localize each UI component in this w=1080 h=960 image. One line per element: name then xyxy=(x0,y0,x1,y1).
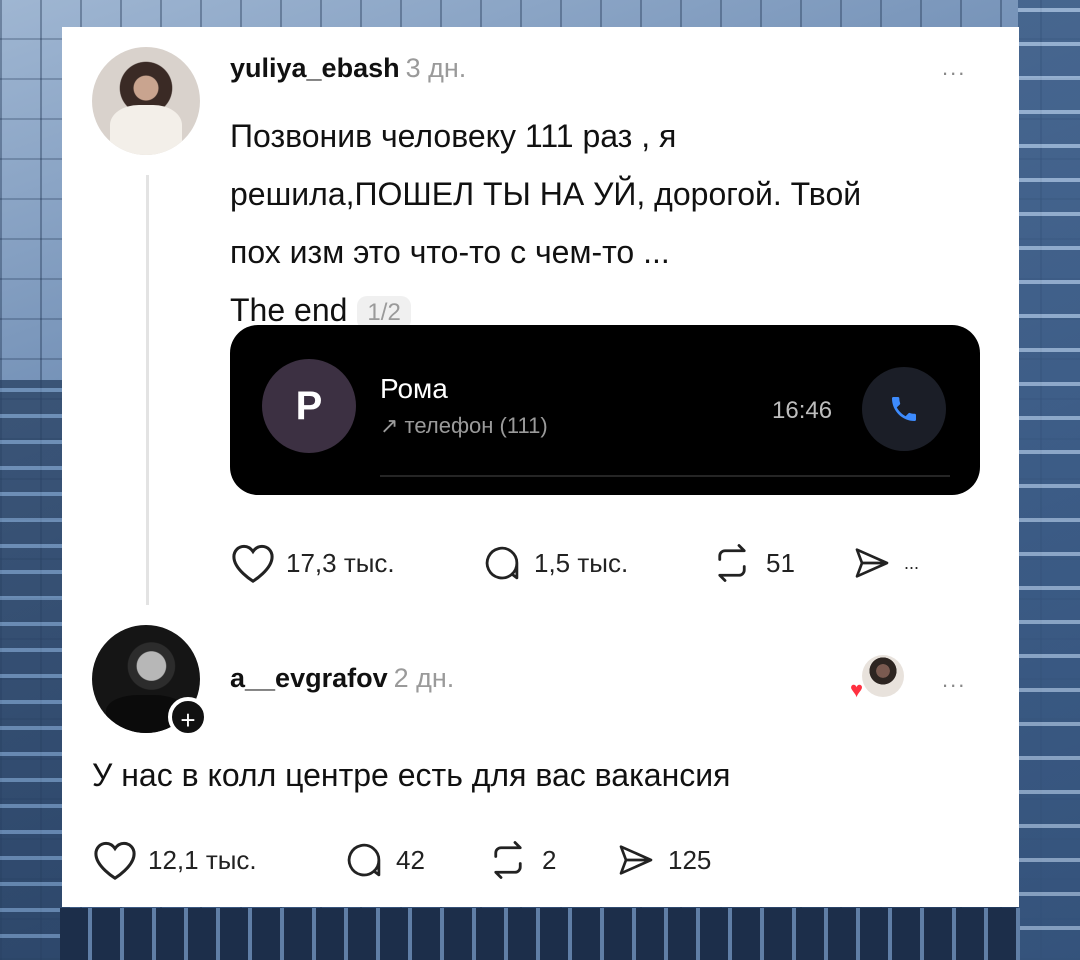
background-building-bottom xyxy=(60,908,1020,960)
send-icon xyxy=(619,845,653,875)
post-more-button[interactable]: ... xyxy=(942,55,966,81)
reply-share-button[interactable]: 125 xyxy=(614,840,711,880)
like-button[interactable]: 17,3 тыс. xyxy=(230,542,480,584)
repost-button[interactable]: 51 xyxy=(708,542,850,584)
reply-repost-count: 2 xyxy=(542,844,557,875)
call-subtitle: ↗ телефон (111) xyxy=(380,413,548,438)
like-count: 17,3 тыс. xyxy=(286,547,395,578)
repost-icon xyxy=(494,841,522,879)
heart-icon xyxy=(232,544,274,583)
reply-like-count: 12,1 тыс. xyxy=(148,844,257,875)
comment-button[interactable]: 1,5 тыс. xyxy=(480,542,708,584)
liked-by-author-avatar xyxy=(862,655,904,697)
reply-header: a__evgrafov 2 дн. xyxy=(230,663,454,694)
reply-text: У нас в колл центре есть для вас ваканси… xyxy=(92,757,731,793)
send-icon xyxy=(855,548,889,578)
share-more: ... xyxy=(904,552,920,573)
reply-like-button[interactable]: 12,1 тыс. xyxy=(92,839,342,881)
post-header: yuliya_ebash 3 дн. xyxy=(230,53,466,84)
comment-icon xyxy=(347,843,381,877)
call-time: 16:46 xyxy=(772,397,833,424)
author-avatar[interactable] xyxy=(92,47,200,155)
call-divider xyxy=(380,475,950,477)
background-building-left xyxy=(0,380,70,960)
thread-card: yuliya_ebash 3 дн. ... Позвонив человеку … xyxy=(62,27,1019,907)
reply-comment-button[interactable]: 42 xyxy=(342,839,484,881)
follow-plus-icon[interactable]: + xyxy=(168,697,208,737)
post-text-line: Позвонив человеку 111 раз , я xyxy=(230,118,677,154)
post-text-line: пох изм это что-то с чем-то ... xyxy=(230,234,670,270)
author-username[interactable]: yuliya_ebash xyxy=(230,53,400,83)
reply-comment-count: 42 xyxy=(396,844,425,875)
reply-more-button[interactable]: ... xyxy=(942,667,966,693)
avatar-figure xyxy=(110,105,182,155)
repost-count: 51 xyxy=(766,547,795,578)
share-button[interactable]: ... xyxy=(850,543,919,583)
heart-icon xyxy=(94,841,136,880)
call-button xyxy=(862,367,946,451)
reply-actions: 12,1 тыс. 42 2 125 xyxy=(92,839,711,881)
post-text: Позвонив человеку 111 раз , я решила,ПОШ… xyxy=(230,107,980,339)
reply-repost-button[interactable]: 2 xyxy=(484,839,614,881)
contact-name: Рома xyxy=(380,373,448,404)
post-actions: 17,3 тыс. 1,5 тыс. 51 ... xyxy=(230,542,919,584)
call-screenshot[interactable]: Р Рома ↗ телефон (111) 16:46 xyxy=(230,325,980,495)
liked-heart-icon: ♥ xyxy=(850,677,864,702)
thread-connector-line xyxy=(146,175,149,605)
comment-count: 1,5 тыс. xyxy=(534,547,629,578)
repost-icon xyxy=(718,544,746,582)
reply-share-count: 125 xyxy=(668,844,712,875)
post-text-line: решила,ПОШЕЛ ТЫ НА УЙ, дорогой. Твой xyxy=(230,176,862,212)
reply-time: 2 дн. xyxy=(393,663,455,693)
post-text-line: The end xyxy=(230,292,348,328)
background-building-right xyxy=(1018,0,1080,960)
phone-icon xyxy=(892,397,916,421)
comment-icon xyxy=(485,546,519,580)
contact-avatar: Р xyxy=(262,359,356,453)
post-time: 3 дн. xyxy=(405,53,467,83)
reply-author-username[interactable]: a__evgrafov xyxy=(230,663,388,693)
